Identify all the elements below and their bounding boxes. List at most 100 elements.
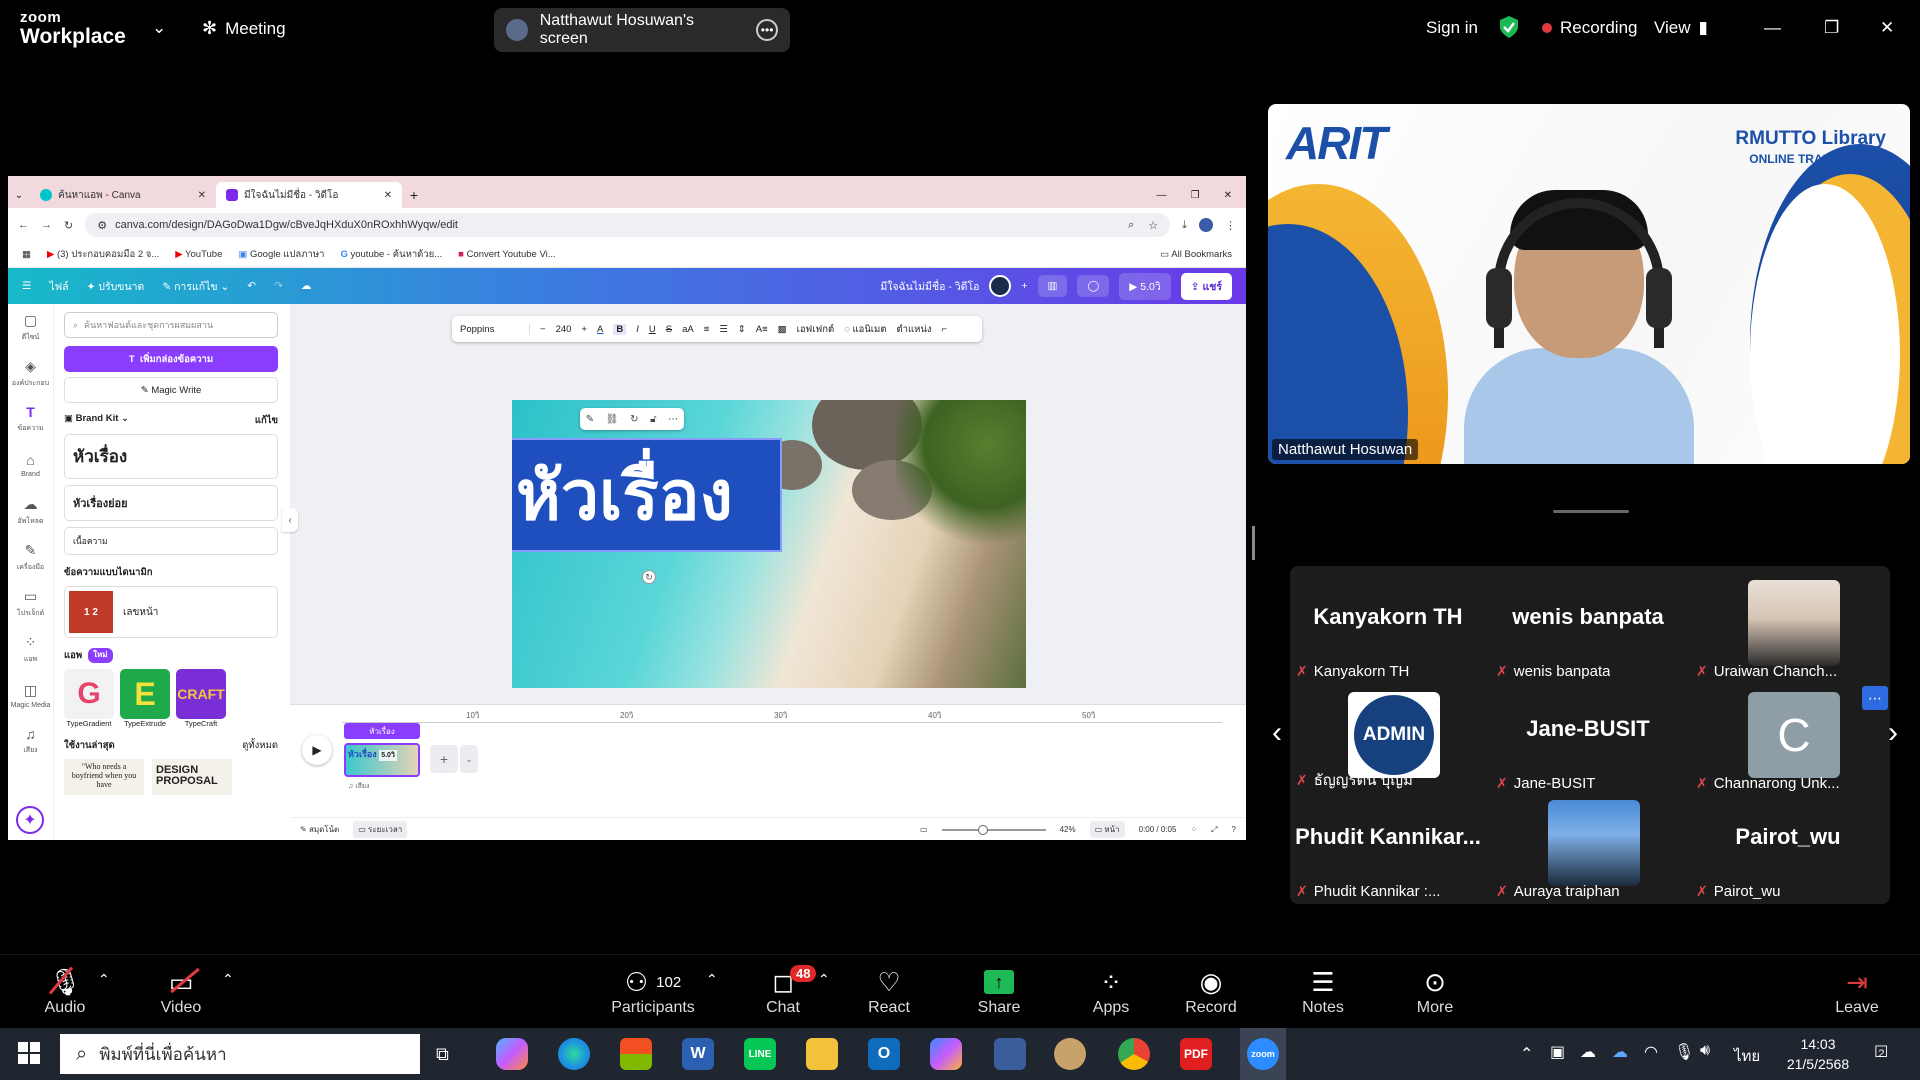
rail-projects[interactable]: ▭ โปรเจ็กต์ [8, 580, 53, 626]
more-options-icon[interactable]: ••• [756, 19, 778, 41]
undo-icon[interactable]: ↶ [247, 280, 256, 292]
cloud-off-icon[interactable]: ☁ [1580, 1042, 1596, 1062]
taskbar-search[interactable]: ⌕ พิมพ์ที่นี่เพื่อค้นหา [60, 1034, 420, 1074]
minimize-icon[interactable]: — [1764, 18, 1781, 38]
subheading-style[interactable]: หัวเรื่องย่อย [64, 485, 278, 521]
rail-elements[interactable]: ◈ องค์ประกอบ [8, 350, 53, 396]
decrease-size-icon[interactable]: − [540, 324, 546, 335]
m365-icon[interactable] [930, 1038, 962, 1070]
record-button[interactable]: ◉ Record [1166, 965, 1256, 1017]
onedrive-icon[interactable]: ☁ [1612, 1042, 1628, 1062]
participant-tile[interactable]: wenis banpata ✗ wenis banpata [1490, 574, 1686, 684]
body-style[interactable]: เนื้อความ [64, 527, 278, 555]
gallery-prev-icon[interactable]: ‹ [1272, 716, 1282, 750]
rail-tools[interactable]: ✎ เครื่องมือ [8, 534, 53, 580]
comment-icon[interactable]: ◯ [1077, 275, 1110, 297]
magic-edit-icon[interactable]: ✎ [586, 414, 594, 425]
more-icon[interactable]: ⋯ [668, 414, 678, 425]
tab-list-icon[interactable]: ⌄ [8, 182, 30, 208]
participant-tile[interactable]: ✗ Auraya traiphan [1490, 794, 1686, 904]
microphone-icon[interactable]: 🎙︎ [1674, 1042, 1694, 1062]
new-tab-icon[interactable]: + [402, 182, 426, 208]
list-icon[interactable]: ☰ [719, 324, 728, 335]
redo-icon[interactable]: ↷ [274, 280, 283, 292]
app-typecraft[interactable]: CRAFT TypeCraft [176, 669, 226, 728]
share-button[interactable]: ⇪ แชร์ [1180, 272, 1232, 300]
rotate-icon[interactable]: ↻ [630, 414, 638, 425]
view-button[interactable]: View ▮ [1654, 18, 1708, 38]
kebab-menu-icon[interactable]: ⋮ [1225, 219, 1236, 232]
file-explorer-icon[interactable] [806, 1038, 838, 1070]
more-button[interactable]: ⊙ More [1390, 965, 1480, 1017]
participants-options-icon[interactable]: ⌃ [706, 971, 718, 988]
rail-apps[interactable]: ⁘ แอพ [8, 626, 53, 672]
play-duration-button[interactable]: ▶ 5.0วิ [1119, 272, 1171, 300]
reload-icon[interactable]: ↻ [64, 219, 73, 232]
cloud-icon[interactable]: ☁ [301, 280, 312, 292]
participant-tile[interactable]: Kanyakorn TH ✗ Kanyakorn TH [1290, 574, 1486, 684]
chrome-icon[interactable] [1118, 1038, 1150, 1070]
page-number-item[interactable]: 1 2 เลขหน้า [64, 586, 278, 638]
chart-icon[interactable]: ▥ [1037, 275, 1068, 297]
leave-button[interactable]: ⇥ Leave [1812, 965, 1902, 1017]
play-icon[interactable]: ▶ [302, 735, 332, 765]
bold-icon[interactable]: B [613, 323, 627, 335]
recent-template[interactable]: DESIGN PROPOSAL [152, 759, 232, 795]
lock-icon[interactable]: 🔓︎ [650, 414, 656, 425]
participant-tile[interactable]: C ✗ Channarong Unk... [1690, 686, 1886, 796]
edge-icon[interactable] [558, 1038, 590, 1070]
file-menu[interactable]: ไฟล์ [49, 278, 68, 295]
shield-icon[interactable] [1498, 15, 1520, 39]
resize-menu[interactable]: ✦ ปรับขนาด [87, 278, 145, 295]
position-button[interactable]: ตำแหน่ง [897, 322, 932, 337]
rail-magic-media[interactable]: ◫ Magic Media [8, 672, 53, 718]
participant-tile[interactable]: Pairot_wu ✗ Pairot_wu [1690, 794, 1886, 904]
underline-icon[interactable]: U [649, 324, 656, 335]
participant-tile[interactable]: Phudit Kannikar... ✗ Phudit Kannikar :... [1290, 794, 1486, 904]
word-icon[interactable]: W [682, 1038, 714, 1070]
rail-brand[interactable]: ⌂ Brand [8, 442, 53, 488]
help-icon[interactable]: ? [1232, 825, 1236, 834]
apps-button[interactable]: ⁘ Apps [1066, 965, 1156, 1017]
apps-grid-icon[interactable]: ▦ [22, 249, 31, 260]
add-textbox-button[interactable]: T เพิ่มกล่องข้อความ [64, 346, 278, 372]
panel-splitter[interactable] [1252, 526, 1255, 560]
all-bookmarks[interactable]: ▭ All Bookmarks [1160, 249, 1232, 260]
bookmark[interactable]: ▶ YouTube [175, 249, 222, 260]
bookmark[interactable]: ▶ (3) ประกอบคอมมือ 2 จ... [47, 247, 159, 262]
heading-style[interactable]: หัวเรื่อง [64, 434, 278, 479]
store-icon[interactable] [620, 1038, 652, 1070]
close-icon[interactable]: ✕ [1880, 18, 1894, 38]
line-icon[interactable]: LINE [744, 1038, 776, 1070]
font-search-input[interactable]: ⌕ ค้นหาฟอนต์และชุดการผสมผสาน [64, 312, 278, 338]
gallery-next-icon[interactable]: › [1888, 716, 1898, 750]
react-button[interactable]: ♡ React [844, 965, 934, 1017]
acrobat-icon[interactable]: PDF [1180, 1038, 1212, 1070]
share-screen-button[interactable]: ↑ Share [954, 965, 1044, 1017]
close-icon[interactable]: ✕ [198, 190, 206, 201]
menu-icon[interactable]: ☰ [22, 280, 31, 292]
bookmark[interactable]: ▣ Google แปลภาษา [238, 247, 324, 262]
app-typegradient[interactable]: G TypeGradient [64, 669, 114, 728]
download-icon[interactable]: ⤓ [1182, 219, 1187, 232]
star-icon[interactable]: ☆ [1148, 219, 1158, 232]
gallery-drag-handle[interactable] [1553, 510, 1629, 513]
paint-icon[interactable] [1054, 1038, 1086, 1070]
chat-button[interactable]: ◻ 48 Chat [738, 965, 828, 1017]
brand-kit-dropdown[interactable]: ▣ Brand Kit ⌄ [64, 413, 129, 428]
restore-icon[interactable]: ❐ [1191, 190, 1200, 201]
rotate-handle-icon[interactable]: ↻ [642, 570, 656, 584]
video-options-icon[interactable]: ⌃ [222, 971, 234, 988]
chevron-down-icon[interactable]: ⌄ [460, 745, 478, 773]
italic-icon[interactable]: I [636, 324, 639, 335]
zoom-slider-thumb[interactable] [977, 824, 988, 835]
audio-options-icon[interactable]: ⌃ [98, 971, 110, 988]
sign-in-button[interactable]: Sign in [1426, 18, 1478, 38]
rail-uploads[interactable]: ☁ อัพโหลด [8, 488, 53, 534]
grid-view-icon[interactable]: ⁘ [1190, 825, 1197, 834]
magic-icon[interactable]: ✦ [16, 806, 44, 834]
notification-icon[interactable]: ☐2 [1874, 1042, 1888, 1062]
task-view-icon[interactable]: ⧉ [436, 1044, 449, 1065]
duration-button[interactable]: ▭ ระยะเวลา [353, 821, 408, 838]
doc-title[interactable]: มีใจฉันไม่มีชื่อ - วิดีโอ [880, 278, 979, 295]
